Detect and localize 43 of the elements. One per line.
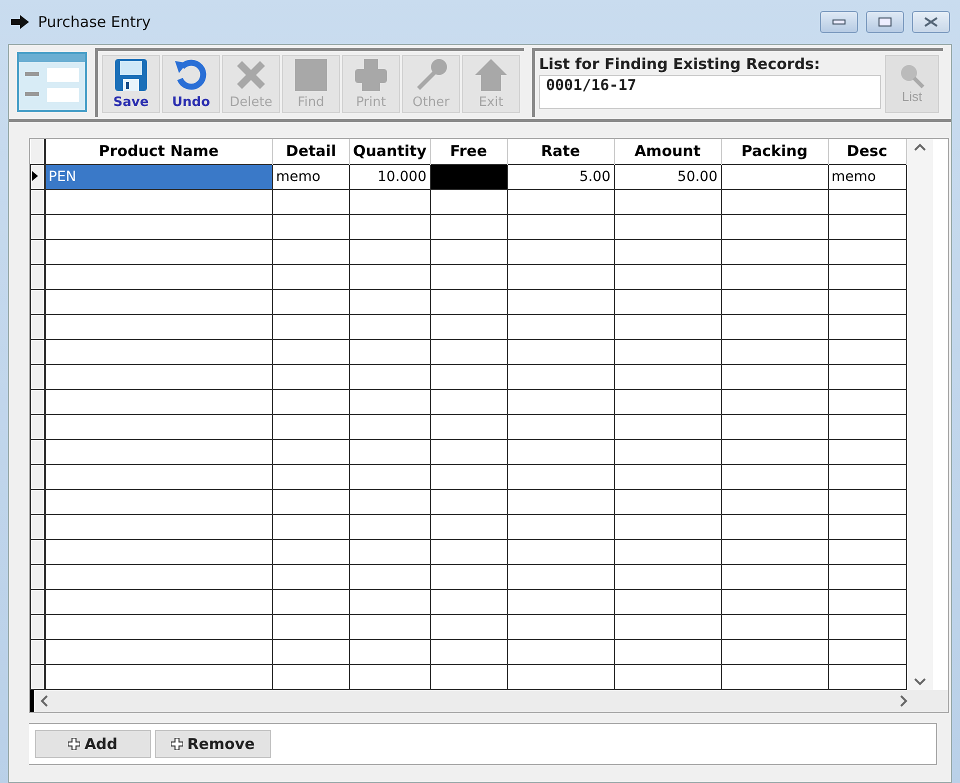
window-title: Purchase Entry: [38, 13, 152, 31]
table-cell[interactable]: [721, 164, 828, 189]
scroll-left-icon: [40, 694, 48, 706]
maximize-icon: [878, 17, 892, 27]
table-cell[interactable]: 10.000: [350, 164, 430, 189]
table-cell[interactable]: memo: [828, 164, 906, 189]
table-cell[interactable]: memo: [272, 164, 350, 189]
column-header[interactable]: Rate: [507, 139, 614, 164]
maximize-button[interactable]: [866, 11, 904, 33]
scroll-right-icon: [900, 694, 908, 706]
column-header[interactable]: Desc: [828, 139, 906, 164]
horizontal-scrollbar[interactable]: [30, 690, 948, 712]
undo-button[interactable]: Undo: [162, 54, 220, 112]
column-header[interactable]: Amount: [614, 139, 721, 164]
action-button[interactable]: Add: [35, 730, 151, 758]
table-cell[interactable]: [430, 164, 507, 189]
form-icon: [17, 52, 87, 112]
row-pointer-icon: [32, 170, 39, 180]
close-button[interactable]: [912, 11, 950, 33]
record-field[interactable]: 0001/16-17: [539, 74, 881, 108]
house-icon: [473, 57, 509, 93]
table-cell[interactable]: 50.00: [614, 164, 721, 189]
arrow-icon: [10, 14, 30, 30]
column-header[interactable]: Detail: [272, 139, 350, 164]
finder-label: List for Finding Existing Records:: [539, 54, 821, 72]
table-cell[interactable]: PEN: [44, 164, 272, 189]
close-icon: [923, 16, 939, 28]
plus-icon: [68, 738, 80, 750]
scroll-up-icon: [914, 143, 926, 151]
column-header[interactable]: Quantity: [350, 139, 430, 164]
scroll-down-icon: [914, 678, 926, 686]
column-header[interactable]: Free: [430, 139, 507, 164]
action-button[interactable]: Remove: [155, 730, 271, 758]
column-header[interactable]: Product Name: [44, 139, 272, 164]
save-button[interactable]: Save: [102, 54, 160, 112]
magnifier-icon: [899, 63, 925, 89]
minimize-button[interactable]: [820, 11, 858, 33]
column-header[interactable]: Packing: [721, 139, 828, 164]
minimize-icon: [832, 19, 846, 25]
table-cell[interactable]: 5.00: [507, 164, 614, 189]
square-icon: [293, 57, 329, 93]
plus-icon: [171, 738, 184, 750]
vertical-scrollbar[interactable]: [906, 139, 932, 690]
